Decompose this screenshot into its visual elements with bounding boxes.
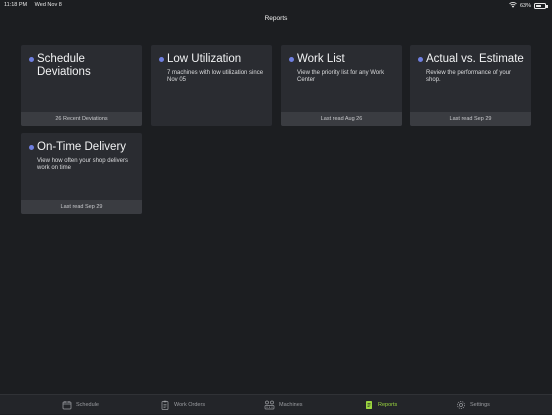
- card-title: Actual vs. Estimate: [426, 53, 524, 65]
- battery-percent: 63%: [519, 3, 531, 9]
- unread-dot: [418, 57, 423, 62]
- status-time: 11:18 PM: [4, 2, 28, 8]
- card-work-list[interactable]: Work List View the priority list for any…: [281, 45, 402, 126]
- card-description: Review the performance of your shop.: [426, 70, 512, 83]
- tab-label: Reports: [378, 402, 398, 408]
- card-low-utilization[interactable]: Low Utilization 7 machines with low util…: [151, 45, 272, 126]
- card-description: View the priority list for any Work Cent…: [297, 70, 385, 83]
- tab-label: Machines: [279, 402, 303, 408]
- card-description: 7 machines with low utilization since No…: [167, 70, 264, 83]
- machines-icon: [264, 400, 275, 410]
- clipboard-icon: [160, 400, 170, 410]
- tab-label: Schedule: [76, 402, 99, 408]
- status-left: 11:18 PM Wed Nov 8: [4, 2, 68, 8]
- status-bar: 11:18 PM Wed Nov 8 63%: [0, 0, 552, 10]
- tab-settings[interactable]: Settings: [456, 395, 490, 415]
- card-footer: 26 Recent Deviations: [21, 112, 142, 126]
- status-date: Wed Nov 8: [34, 2, 62, 8]
- wifi-icon: [509, 2, 517, 10]
- unread-dot: [29, 145, 34, 150]
- tab-machines[interactable]: Machines: [264, 395, 303, 415]
- tab-label: Work Orders: [174, 402, 206, 408]
- card-schedule-deviations[interactable]: Schedule Deviations 26 Recent Deviations: [21, 45, 142, 126]
- card-footer: Last read Sep 29: [21, 200, 142, 214]
- unread-dot: [159, 57, 164, 62]
- card-title: On-Time Delivery: [37, 141, 127, 153]
- tab-label: Settings: [470, 402, 490, 408]
- card-title: Work List: [297, 53, 345, 65]
- status-right: 63%: [509, 2, 548, 10]
- card-footer: Last read Sep 29: [410, 112, 531, 126]
- gear-icon: [456, 400, 466, 410]
- battery-icon: [534, 3, 548, 9]
- unread-dot: [29, 57, 34, 62]
- page-title: Reports: [264, 15, 288, 22]
- card-actual-vs-estimate[interactable]: Actual vs. Estimate Review the performan…: [410, 45, 531, 126]
- tab-schedule[interactable]: Schedule: [62, 395, 99, 415]
- nav-bar: Reports: [0, 10, 552, 28]
- report-icon: [364, 400, 374, 410]
- tab-reports[interactable]: Reports: [364, 395, 397, 415]
- tab-bar: Schedule Work Orders Machines Reports Se…: [0, 394, 552, 414]
- card-title: Schedule Deviations: [37, 53, 91, 78]
- tab-work-orders[interactable]: Work Orders: [160, 395, 205, 415]
- calendar-icon: [62, 400, 72, 410]
- card-on-time-delivery[interactable]: On-Time Delivery View how often your sho…: [21, 133, 142, 214]
- card-description: View how often your shop delivers work o…: [37, 158, 128, 171]
- card-footer: Last read Aug 26: [281, 112, 402, 126]
- unread-dot: [289, 57, 294, 62]
- card-title: Low Utilization: [167, 53, 242, 65]
